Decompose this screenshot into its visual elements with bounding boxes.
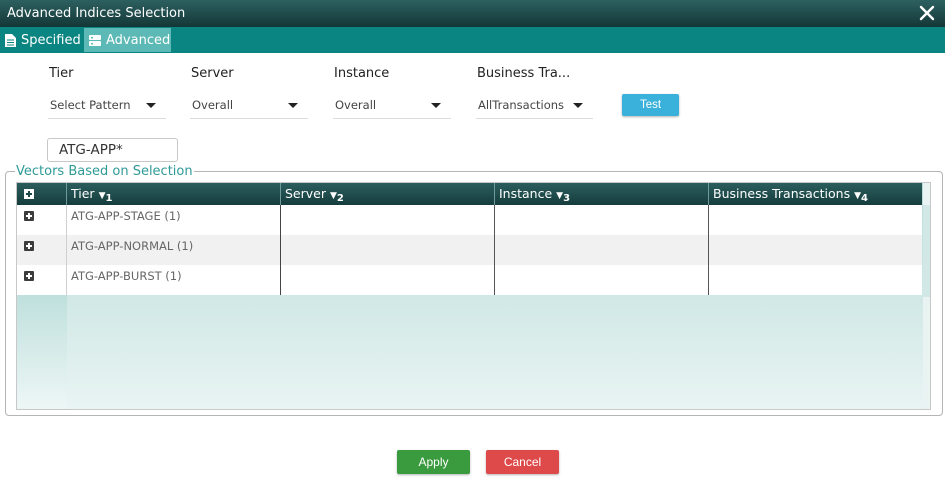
column-header-server-label: Server — [285, 186, 326, 201]
close-icon[interactable] — [918, 4, 936, 22]
table-row[interactable]: ATG-APP-STAGE (1) — [17, 205, 922, 235]
grid-header: Tier ▼1 Server ▼2 Instance ▼3 Business Tran… — [17, 183, 922, 205]
business-transactions-dropdown-value: AllTransactions — [478, 98, 565, 112]
column-header-business-transactions-label: Business Transactions — [713, 186, 851, 201]
instance-dropdown[interactable]: Overall — [333, 93, 451, 119]
vectors-legend: Vectors Based on Selection — [15, 164, 194, 179]
server-dropdown[interactable]: Overall — [190, 93, 308, 119]
instance-cell — [495, 205, 709, 235]
instance-dropdown-value: Overall — [335, 98, 377, 112]
expand-icon[interactable] — [24, 211, 34, 221]
server-label: Server — [191, 66, 234, 81]
sort-icon: ▼ — [330, 191, 337, 201]
expand-icon[interactable] — [24, 241, 34, 251]
column-header-instance[interactable]: Instance ▼3 — [495, 183, 709, 205]
sort-order: 3 — [563, 193, 571, 204]
tier-label: Tier — [49, 66, 74, 81]
table-row[interactable]: ATG-APP-BURST (1) — [17, 265, 922, 295]
server-dropdown-value: Overall — [192, 98, 234, 112]
document-icon — [5, 33, 16, 47]
business-transactions-cell — [709, 205, 922, 235]
sort-order: 2 — [336, 193, 344, 204]
column-header-server[interactable]: Server ▼2 — [281, 183, 495, 205]
first-column-fill — [17, 295, 67, 409]
tab-specified[interactable]: Specified — [5, 28, 81, 52]
title-bar: Advanced Indices Selection — [0, 0, 945, 27]
expand-all-icon[interactable] — [24, 189, 34, 199]
scrollbar-thumb[interactable] — [923, 205, 930, 297]
chevron-down-icon — [431, 103, 441, 108]
tier-cell: ATG-APP-NORMAL (1) — [67, 235, 281, 265]
server-cell — [281, 205, 495, 235]
tab-bar: Specified Advanced — [0, 27, 945, 53]
sort-icon: ▼ — [854, 191, 862, 201]
business-transactions-label: Business Tra... — [477, 66, 571, 81]
column-header-instance-label: Instance — [499, 186, 553, 201]
vectors-grid: Tier ▼1 Server ▼2 Instance ▼3 Business Tran… — [16, 182, 931, 410]
pattern-input[interactable]: ATG-APP* — [47, 138, 178, 162]
column-header-business-transactions[interactable]: Business Transactions ▼4 — [709, 183, 922, 205]
tier-dropdown-value: Select Pattern — [50, 98, 131, 112]
tier-cell: ATG-APP-BURST (1) — [67, 265, 281, 295]
server-cell — [281, 265, 495, 295]
expand-cell — [17, 265, 67, 295]
instance-label: Instance — [334, 66, 390, 81]
window-title: Advanced Indices Selection — [7, 6, 186, 21]
column-header-tier[interactable]: Tier ▼1 — [67, 183, 281, 205]
table-row[interactable]: ATG-APP-NORMAL (1) — [17, 235, 922, 265]
expand-all-header — [17, 183, 67, 205]
instance-cell — [495, 265, 709, 295]
sort-order: 4 — [861, 193, 869, 204]
tab-specified-label: Specified — [21, 32, 81, 48]
grid-rows: ATG-APP-STAGE (1) ATG-APP-NORMAL (1) ATG… — [17, 205, 922, 295]
tier-dropdown[interactable]: Select Pattern — [48, 93, 166, 119]
business-transactions-dropdown[interactable]: AllTransactions — [476, 93, 593, 119]
instance-cell — [495, 235, 709, 265]
test-button[interactable]: Test — [622, 94, 679, 116]
server-icon — [89, 34, 101, 46]
chevron-down-icon — [573, 103, 583, 108]
column-header-tier-label: Tier — [71, 186, 95, 201]
sort-order: 1 — [105, 193, 113, 204]
business-transactions-cell — [709, 235, 922, 265]
apply-button[interactable]: Apply — [397, 450, 470, 474]
server-cell — [281, 235, 495, 265]
chevron-down-icon — [146, 103, 156, 108]
tab-advanced-label: Advanced — [106, 32, 171, 48]
cancel-button[interactable]: Cancel — [486, 450, 559, 474]
tier-cell: ATG-APP-STAGE (1) — [67, 205, 281, 235]
expand-icon[interactable] — [24, 271, 34, 281]
tab-advanced[interactable]: Advanced — [84, 28, 171, 52]
expand-cell — [17, 235, 67, 265]
expand-cell — [17, 205, 67, 235]
business-transactions-cell — [709, 265, 922, 295]
vertical-scrollbar[interactable] — [923, 183, 930, 409]
chevron-down-icon — [288, 103, 298, 108]
